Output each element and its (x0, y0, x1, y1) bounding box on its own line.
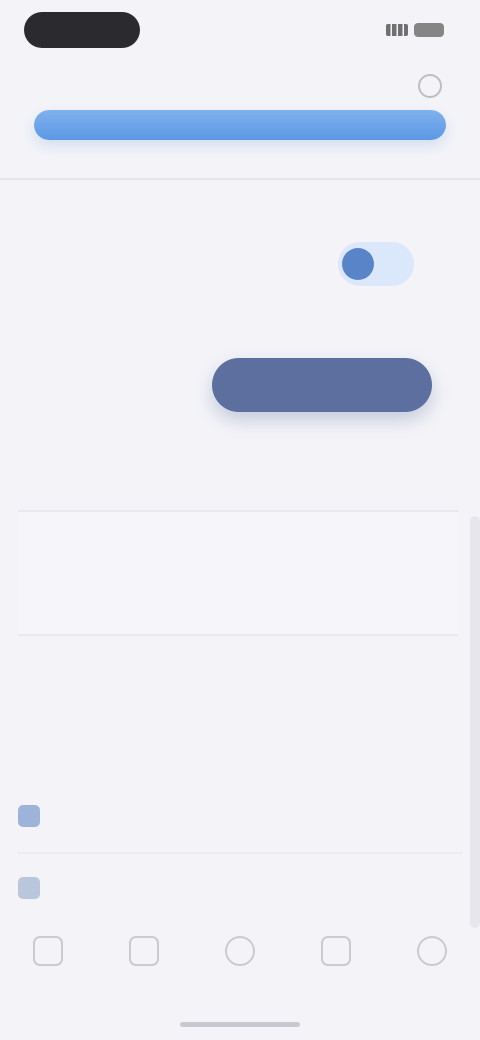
grid-icon (129, 936, 159, 966)
battery-icon (414, 23, 444, 37)
nav-item-add[interactable] (205, 936, 275, 974)
primary-button[interactable] (212, 358, 432, 412)
signal-icon (386, 24, 408, 36)
header-action-icon[interactable] (418, 74, 442, 98)
profile-icon (417, 936, 447, 966)
nav-item-profile[interactable] (397, 936, 467, 974)
nav-item-grid[interactable] (109, 936, 179, 974)
notes-input[interactable] (18, 510, 458, 636)
status-icons (354, 20, 444, 40)
toggle-knob (342, 248, 374, 280)
home-indicator (180, 1022, 300, 1027)
list-item[interactable] (18, 796, 462, 836)
setting-toggle[interactable] (338, 242, 414, 286)
header-divider (0, 178, 480, 180)
document-icon (18, 805, 40, 827)
pencil-icon (18, 877, 40, 899)
status-time-pill (24, 12, 140, 48)
row-divider (18, 852, 462, 854)
home-icon (33, 936, 63, 966)
bottom-nav (0, 936, 480, 1000)
nav-item-home[interactable] (13, 936, 83, 974)
plus-icon (225, 936, 255, 966)
list-item[interactable] (18, 868, 462, 908)
chart-icon (321, 936, 351, 966)
nav-item-stats[interactable] (301, 936, 371, 974)
scrollbar[interactable] (470, 516, 480, 928)
progress-fill (34, 110, 446, 140)
progress-bar (34, 110, 446, 140)
